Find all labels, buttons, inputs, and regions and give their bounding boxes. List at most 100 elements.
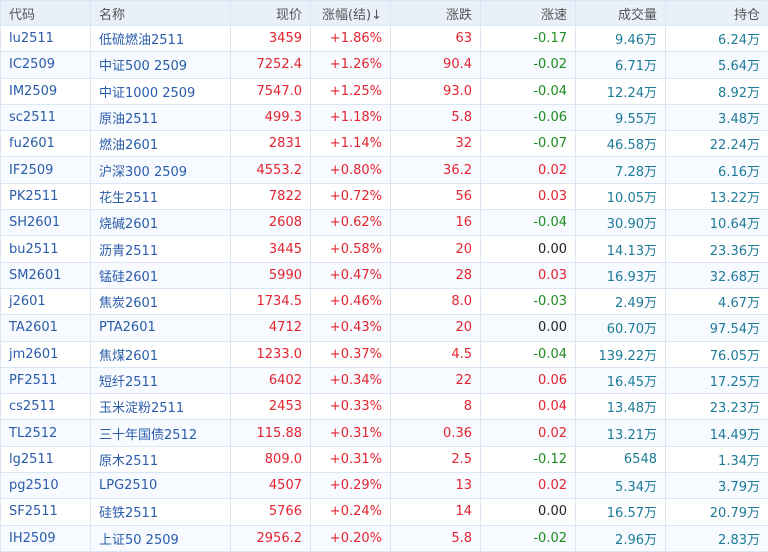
cell-change: 20 [391,236,481,262]
cell-open-interest: 3.79万 [666,473,768,499]
header-volume[interactable]: 成交量 [576,1,666,26]
cell-change: 36.2 [391,157,481,183]
cell-change-pct: +0.31% [311,420,391,446]
cell-code: fu2601 [1,131,91,157]
table-row[interactable]: SF2511硅铁25115766+0.24%140.0016.57万20.79万 [1,499,768,525]
cell-change: 32 [391,131,481,157]
cell-open-interest: 13.22万 [666,183,768,209]
table-row[interactable]: bu2511沥青25113445+0.58%200.0014.13万23.36万 [1,236,768,262]
cell-change-pct: +0.47% [311,262,391,288]
table-row[interactable]: TA2601PTA26014712+0.43%200.0060.70万97.54… [1,315,768,341]
cell-code: j2601 [1,288,91,314]
cell-change: 28 [391,262,481,288]
cell-open-interest: 2.83万 [666,525,768,551]
cell-speed: -0.17 [481,26,576,52]
cell-price: 4553.2 [231,157,311,183]
cell-name: 焦炭2601 [91,288,231,314]
header-change-pct[interactable]: 涨幅(结)↓ [311,1,391,26]
header-change[interactable]: 涨跌 [391,1,481,26]
cell-code: pg2510 [1,473,91,499]
table-row[interactable]: pg2510LPG25104507+0.29%130.025.34万3.79万 [1,473,768,499]
cell-change-pct: +0.37% [311,341,391,367]
table-row[interactable]: cs2511玉米淀粉25112453+0.33%80.0413.48万23.23… [1,394,768,420]
cell-code: jm2601 [1,341,91,367]
cell-code: PF2511 [1,367,91,393]
cell-price: 5990 [231,262,311,288]
cell-volume: 2.49万 [576,288,666,314]
cell-volume: 30.90万 [576,210,666,236]
table-row[interactable]: IC2509中证500 25097252.4+1.26%90.4-0.026.7… [1,52,768,78]
table-row[interactable]: lg2511原木2511809.0+0.31%2.5-0.1265481.34万 [1,446,768,472]
cell-change: 16 [391,210,481,236]
cell-volume: 12.24万 [576,78,666,104]
cell-code: cs2511 [1,394,91,420]
table-row[interactable]: PK2511花生25117822+0.72%560.0310.05万13.22万 [1,183,768,209]
cell-volume: 16.57万 [576,499,666,525]
table-row[interactable]: fu2601燃油26012831+1.14%32-0.0746.58万22.24… [1,131,768,157]
cell-code: SF2511 [1,499,91,525]
cell-volume: 6.71万 [576,52,666,78]
cell-price: 7252.4 [231,52,311,78]
cell-volume: 13.48万 [576,394,666,420]
cell-open-interest: 76.05万 [666,341,768,367]
cell-code: TA2601 [1,315,91,341]
header-open-interest[interactable]: 持仓 [666,1,768,26]
cell-volume: 5.34万 [576,473,666,499]
cell-speed: -0.04 [481,210,576,236]
table-row[interactable]: IM2509中证1000 25097547.0+1.25%93.0-0.0412… [1,78,768,104]
cell-open-interest: 5.64万 [666,52,768,78]
header-price[interactable]: 现价 [231,1,311,26]
cell-price: 4507 [231,473,311,499]
table-row[interactable]: SH2601烧碱26012608+0.62%16-0.0430.90万10.64… [1,210,768,236]
header-code[interactable]: 代码 [1,1,91,26]
cell-open-interest: 14.49万 [666,420,768,446]
table-row[interactable]: jm2601焦煤26011233.0+0.37%4.5-0.04139.22万7… [1,341,768,367]
cell-price: 1233.0 [231,341,311,367]
cell-change-pct: +0.20% [311,525,391,551]
cell-open-interest: 10.64万 [666,210,768,236]
cell-speed: -0.06 [481,104,576,130]
cell-price: 2453 [231,394,311,420]
table-row[interactable]: PF2511短纤25116402+0.34%220.0616.45万17.25万 [1,367,768,393]
cell-open-interest: 4.67万 [666,288,768,314]
cell-change: 13 [391,473,481,499]
cell-speed: -0.02 [481,525,576,551]
cell-name: 锰硅2601 [91,262,231,288]
cell-price: 115.88 [231,420,311,446]
cell-speed: 0.06 [481,367,576,393]
cell-price: 1734.5 [231,288,311,314]
cell-volume: 60.70万 [576,315,666,341]
table-row[interactable]: j2601焦炭26011734.5+0.46%8.0-0.032.49万4.67… [1,288,768,314]
cell-speed: 0.04 [481,394,576,420]
cell-change-pct: +0.46% [311,288,391,314]
cell-name: 原油2511 [91,104,231,130]
table-row[interactable]: TL2512三十年国债2512115.88+0.31%0.360.0213.21… [1,420,768,446]
cell-code: IF2509 [1,157,91,183]
cell-speed: 0.02 [481,420,576,446]
cell-price: 499.3 [231,104,311,130]
cell-speed: -0.12 [481,446,576,472]
table-row[interactable]: IF2509沪深300 25094553.2+0.80%36.20.027.28… [1,157,768,183]
table-row[interactable]: SM2601锰硅26015990+0.47%280.0316.93万32.68万 [1,262,768,288]
cell-open-interest: 97.54万 [666,315,768,341]
cell-speed: 0.00 [481,499,576,525]
cell-open-interest: 23.36万 [666,236,768,262]
cell-name: 中证1000 2509 [91,78,231,104]
header-speed[interactable]: 涨速 [481,1,576,26]
cell-code: PK2511 [1,183,91,209]
header-row: 代码名称现价涨幅(结)↓涨跌涨速成交量持仓 [1,1,768,26]
cell-speed: -0.04 [481,78,576,104]
cell-change: 93.0 [391,78,481,104]
table-row[interactable]: IH2509上证50 25092956.2+0.20%5.8-0.022.96万… [1,525,768,551]
table-row[interactable]: sc2511原油2511499.3+1.18%5.8-0.069.55万3.48… [1,104,768,130]
cell-price: 2956.2 [231,525,311,551]
cell-name: 沪深300 2509 [91,157,231,183]
table-row[interactable]: lu2511低硫燃油25113459+1.86%63-0.179.46万6.24… [1,26,768,52]
cell-change: 8 [391,394,481,420]
cell-change: 22 [391,367,481,393]
cell-code: SH2601 [1,210,91,236]
header-name[interactable]: 名称 [91,1,231,26]
cell-name: 花生2511 [91,183,231,209]
cell-price: 2831 [231,131,311,157]
cell-volume: 9.55万 [576,104,666,130]
